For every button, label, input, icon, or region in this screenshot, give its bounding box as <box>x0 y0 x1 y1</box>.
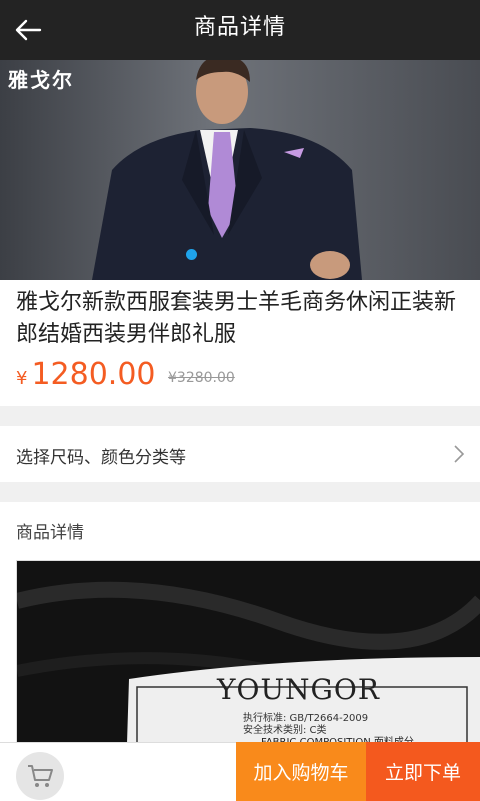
bottom-action-bar: 加入购物车 立即下单 <box>0 742 480 801</box>
page-title: 商品详情 <box>193 15 286 40</box>
label-brand-text: YOUNGOR <box>217 673 380 706</box>
product-image-carousel[interactable]: 雅戈尔 <box>0 60 480 280</box>
buy-now-button[interactable]: 立即下单 <box>366 742 480 801</box>
currency-symbol: ¥ <box>16 368 28 389</box>
details-title: 商品详情 <box>16 523 84 543</box>
product-photo <box>92 60 362 280</box>
option-selector-label: 选择尺码、颜色分类等 <box>16 448 186 468</box>
product-name: 雅戈尔新款西服套装男士羊毛商务休闲正装新郎结婚西装男伴郎礼服 <box>16 290 457 347</box>
top-bar: 商品详情 <box>0 0 480 60</box>
brand-watermark: 雅戈尔 <box>8 68 74 92</box>
details-section: 商品详情 YOUNGOR 执行标准: GB/T2664-2009 安全技术类别:… <box>0 502 480 744</box>
option-selector[interactable]: 选择尺码、颜色分类等 <box>0 426 480 482</box>
carousel-indicator-dot[interactable] <box>186 249 197 260</box>
details-image: YOUNGOR 执行标准: GB/T2664-2009 安全技术类别: C类 F… <box>16 560 480 744</box>
cart-button[interactable] <box>16 752 64 800</box>
chevron-right-icon <box>454 445 465 463</box>
price-value: 1280.00 <box>31 357 156 392</box>
shopping-cart-icon <box>28 765 53 787</box>
product-price: ¥1280.00 <box>16 357 156 392</box>
original-price: ¥3280.00 <box>168 370 235 386</box>
add-to-cart-button[interactable]: 加入购物车 <box>236 742 366 801</box>
